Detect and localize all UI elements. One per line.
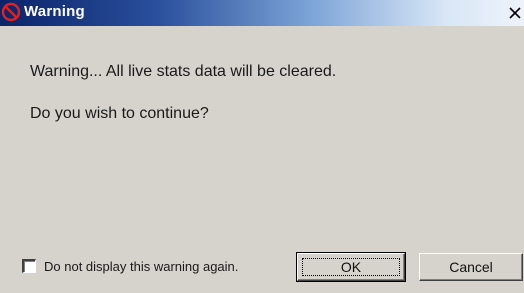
close-icon (509, 7, 521, 19)
focus-rectangle (302, 258, 400, 276)
warning-message: Warning... All live stats data will be c… (30, 63, 337, 80)
title-bar[interactable]: Warning (0, 0, 524, 26)
warning-dialog: Warning Warning... All live stats data w… (0, 0, 524, 293)
confirm-question: Do you wish to continue? (30, 105, 209, 122)
window-title: Warning (24, 3, 85, 20)
dont-show-again-label[interactable]: Do not display this warning again. (44, 259, 238, 274)
no-entry-icon (1, 2, 21, 22)
ok-button[interactable]: OK (296, 252, 406, 282)
cancel-button[interactable]: Cancel (419, 253, 523, 281)
cancel-button-label: Cancel (449, 259, 493, 275)
dont-show-again-option[interactable]: Do not display this warning again. (22, 258, 238, 274)
close-button[interactable] (508, 6, 524, 24)
dont-show-again-checkbox[interactable] (22, 259, 36, 273)
